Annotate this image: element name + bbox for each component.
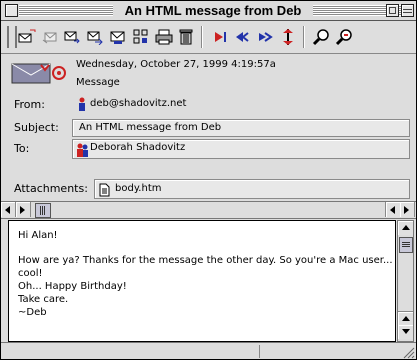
vertical-scroll-thumb[interactable]: [399, 237, 413, 253]
scroll-left-button-end[interactable]: [385, 202, 401, 217]
subject-value: An HTML message from Deb: [79, 122, 222, 133]
envelope-stamp-icon: [11, 61, 67, 89]
reply-icon[interactable]: [41, 28, 59, 46]
reply-all-icon[interactable]: [63, 28, 81, 46]
message-date: Wednesday, October 27, 1999 4:19:57a: [76, 59, 276, 70]
message-window: An HTML message from Deb Wednesday, Octo…: [0, 0, 417, 360]
from-label: From:: [14, 98, 45, 111]
scroll-up-button[interactable]: [398, 221, 413, 235]
to-value: Deborah Shadovitz: [90, 142, 186, 153]
toolbar-separator: [201, 26, 203, 48]
scroll-right-button-end[interactable]: [400, 202, 415, 217]
body-line: Oh... Happy Birthday!: [18, 281, 127, 292]
bottom-divider: [259, 345, 260, 358]
horizontal-scroll-thumb[interactable]: [35, 203, 51, 218]
redirect-icon[interactable]: [109, 28, 127, 46]
attachments-label: Attachments:: [14, 182, 88, 195]
horizontal-scrollbar[interactable]: [1, 201, 416, 219]
find-icon[interactable]: [312, 28, 330, 46]
scroll-left-button[interactable]: [1, 202, 16, 217]
to-field[interactable]: Deborah Shadovitz: [72, 139, 410, 159]
previous-message-icon[interactable]: [210, 28, 228, 46]
resize-grip-icon[interactable]: [401, 344, 415, 359]
forward-icon[interactable]: [86, 28, 104, 46]
body-line: Take care.: [18, 294, 69, 305]
message-type: Message: [76, 77, 120, 88]
to-label: To:: [14, 142, 30, 155]
scroll-right-button[interactable]: [16, 202, 31, 217]
message-header: Wednesday, October 27, 1999 4:19:57a Mes…: [1, 54, 416, 201]
attach-icon[interactable]: [132, 28, 150, 46]
from-address[interactable]: deb@shadovitz.net: [90, 98, 186, 109]
vertical-scrollbar[interactable]: [397, 220, 414, 342]
subject-label: Subject:: [14, 121, 59, 134]
body-line: Hi Alan!: [18, 230, 58, 241]
collapse-box-icon[interactable]: [401, 4, 414, 17]
toolbar-grip[interactable]: [7, 26, 17, 48]
trash-icon[interactable]: [177, 28, 195, 46]
priority-icon[interactable]: [279, 28, 297, 46]
compose-icon[interactable]: [18, 28, 36, 46]
body-line: ~Deb: [18, 307, 47, 318]
toolbar: [1, 21, 416, 54]
bottom-bar: [1, 342, 416, 359]
person-icon: [78, 96, 86, 115]
find-again-icon[interactable]: [335, 28, 353, 46]
body-line: How are ya? Thanks for the message the o…: [18, 255, 393, 266]
scroll-down-button[interactable]: [398, 325, 413, 339]
scroll-up-button-end[interactable]: [398, 311, 413, 326]
next-message-icon[interactable]: [233, 28, 251, 46]
title-bar[interactable]: An HTML message from Deb: [1, 1, 416, 21]
body-line: cool!: [18, 268, 43, 279]
people-icon: [76, 142, 88, 161]
move-icon[interactable]: [256, 28, 274, 46]
window-title: An HTML message from Deb: [113, 2, 313, 19]
print-icon[interactable]: [155, 28, 173, 46]
subject-field[interactable]: An HTML message from Deb: [72, 119, 410, 137]
attachment-body-htm[interactable]: body.htm: [115, 183, 161, 194]
attachments-field[interactable]: body.htm: [94, 179, 410, 199]
close-box-icon[interactable]: [5, 4, 18, 17]
document-icon: [99, 182, 110, 201]
message-body[interactable]: Hi Alan! How are ya? Thanks for the mess…: [8, 220, 396, 342]
toolbar-separator: [303, 26, 305, 48]
zoom-box-icon[interactable]: [386, 4, 399, 17]
